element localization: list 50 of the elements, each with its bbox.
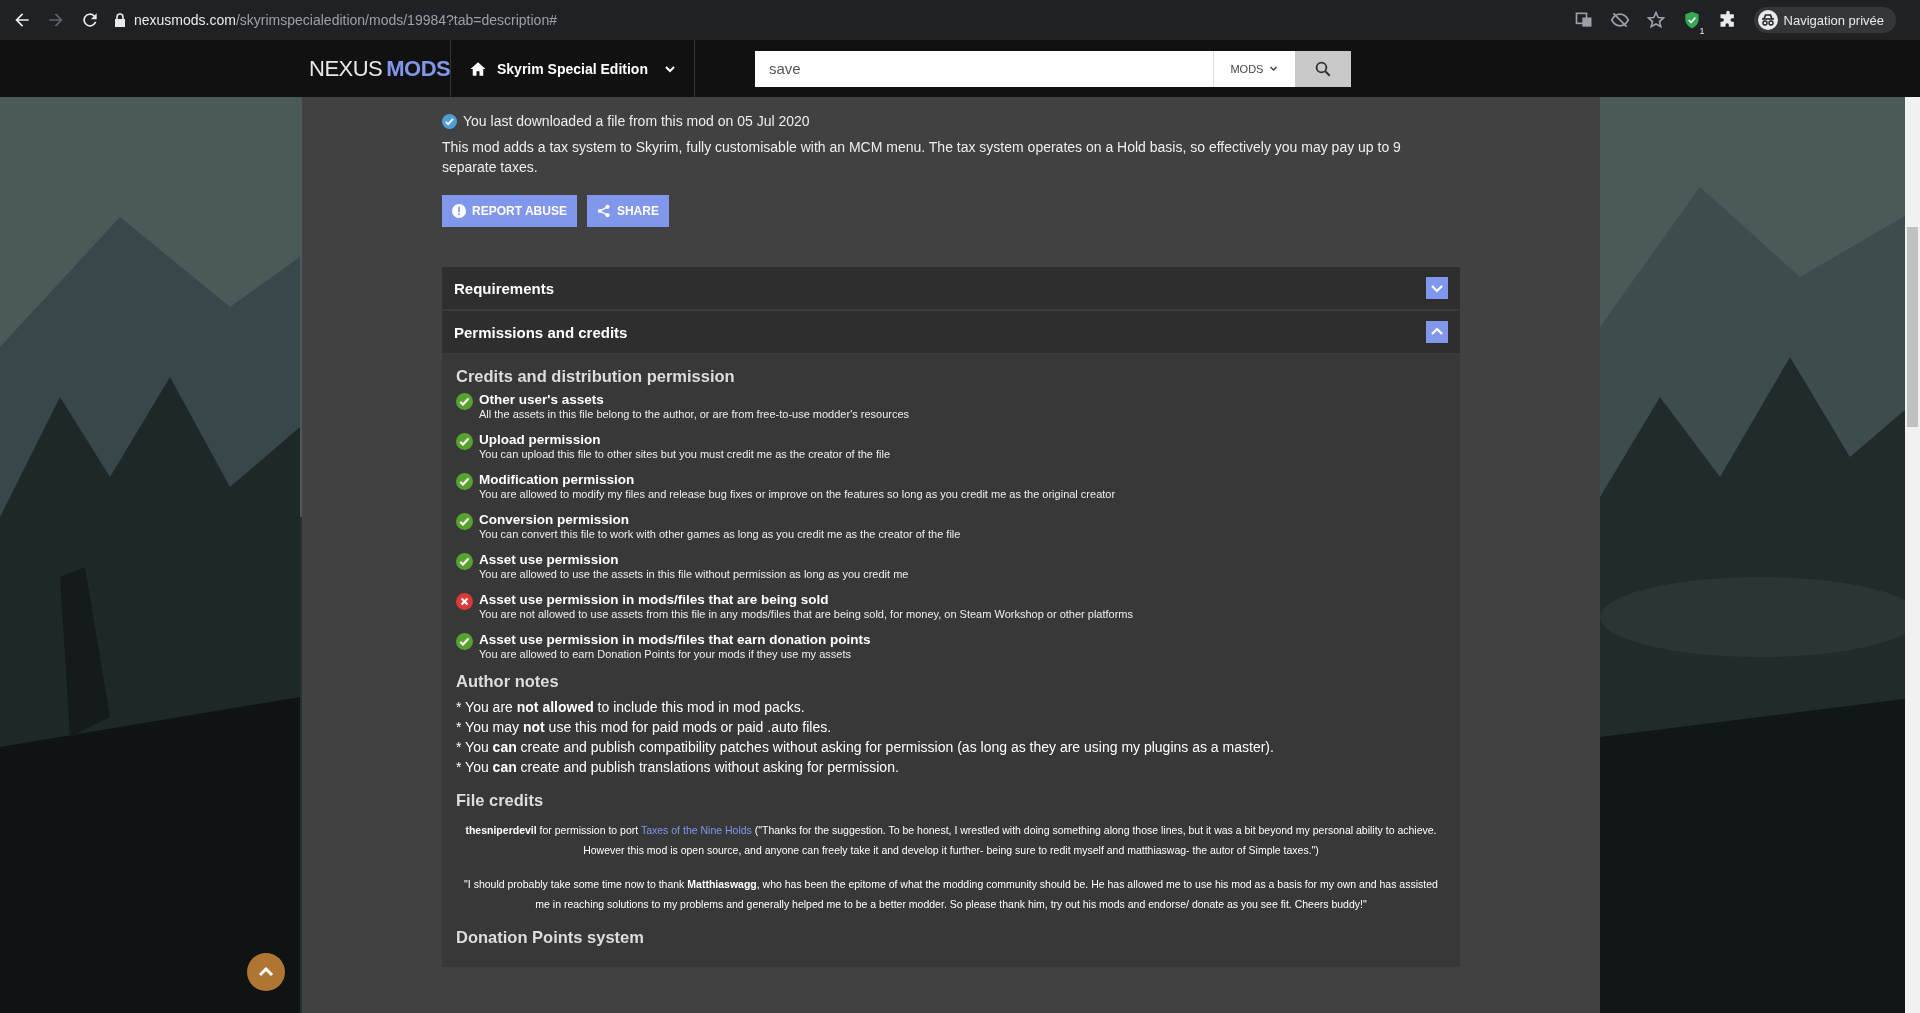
- section-heading: Donation Points system: [456, 928, 645, 947]
- section-heading: Author notes: [456, 672, 560, 691]
- alert-icon: [452, 204, 466, 218]
- search-scope-dropdown[interactable]: MODS: [1212, 50, 1295, 87]
- credit-paragraph: "I should probably take some time now to thank Matthiaswagg, who has been the epitome of what the modding community should be. He has allowed me to use his mod as a basis for my own and has assisted me in reaching solutions to my problems and generally helped me to be a better modder. So please thank him, try out his mods and endorse/ donate as you see fit. Cheers buddy!": [463, 877, 1439, 912]
- permission-title: Other user's assets: [479, 392, 605, 407]
- scrollbar[interactable]: [1905, 97, 1920, 1013]
- section-heading: File credits: [456, 791, 545, 810]
- mod-description: This mod adds a tax system to Skyrim, fully customisable with an MCM menu. The tax system operates on a Hold basis, so effectively you may pay up to 9 separate taxes.: [442, 138, 1402, 177]
- accordion-header[interactable]: Permissions and credits: [442, 311, 1460, 355]
- search-button[interactable]: [1294, 50, 1351, 87]
- game-selector[interactable]: Skyrim Special Edition: [451, 40, 694, 97]
- note-line: * You may not use this mod for paid mods or paid .auto files.: [456, 718, 833, 737]
- permission-title: Asset use permission in mods/files that earn donation points: [479, 632, 871, 647]
- translate-icon[interactable]: [1573, 10, 1594, 30]
- permission-title: Upload permission: [479, 432, 602, 447]
- lock-icon[interactable]: [114, 13, 126, 27]
- permission-text: You are allowed to modify my files and release bug fixes or improve on the features so long as you credit me as the original creator: [479, 488, 1116, 500]
- mod-link[interactable]: Taxes of the Nine Holds: [640, 824, 752, 836]
- permission-title: Asset use permission: [479, 552, 620, 567]
- permission-title: Asset use permission in mods/files that are being sold: [479, 592, 830, 607]
- permission-text: You can upload this file to other sites but you must credit me as the creator of the file: [479, 448, 891, 460]
- permission-text: All the assets in this file belong to the author, or are from free-to-use modder's resources: [479, 408, 910, 420]
- permission-text: You can convert this file to work with other games as long as you credit me as the creator of the file: [479, 528, 961, 540]
- permission-text: You are allowed to earn Donation Points for your mods if they use my assets: [479, 648, 852, 660]
- permission-title: Modification permission: [479, 472, 636, 487]
- note-line: * You are not allowed to include this mod in mod packs.: [456, 698, 806, 717]
- search-field[interactable]: save: [754, 50, 1213, 87]
- extension-badge: 1: [1697, 26, 1707, 36]
- caret-icon: [1269, 64, 1279, 73]
- note-line: * You can create and publish compatibility patches without asking for permission (as long as they are using my plugins as a master).: [456, 738, 1275, 757]
- section-heading: Credits and distribution permission: [456, 367, 736, 386]
- credit-paragraph: thesniperdevil for permission to port Taxes of the Nine Holds ("Thanks for the suggestion. To be honest, I wrestled with doing something along those lines, but it was a bit beyond my personal ability to achieve. However this mod is open source, and anyone can freely take it and develop it further- being sure to redit myself and matthiaswag- the autor of Simple taxes."): [464, 823, 1438, 858]
- share-icon: [596, 204, 611, 218]
- star-icon[interactable]: [1645, 10, 1666, 30]
- reload-icon[interactable]: [80, 10, 100, 30]
- permission-title: Conversion permission: [479, 512, 631, 527]
- accordion-header[interactable]: Requirements: [442, 267, 1460, 311]
- note-line: * You can create and publish translations without asking for permission.: [456, 758, 900, 777]
- profile-button[interactable]: Navigation privée: [1753, 7, 1896, 33]
- address-bar[interactable]: nexusmods.com/skyrimspecialedition/mods/19984?tab=description#: [134, 12, 557, 28]
- download-note: You last downloaded a file from this mod on 05 Jul 2020: [463, 113, 810, 129]
- search-icon: [1313, 59, 1332, 78]
- chevron-up-icon: [258, 967, 274, 977]
- permission-text: You are not allowed to use assets from this file in any mods/files that are being sold, for money, on Steam Workshop or other platforms: [479, 608, 1134, 620]
- permission-text: You are allowed to use the assets in this file without permission as long as you credit me: [479, 568, 909, 580]
- check-icon: [442, 113, 457, 129]
- incognito-icon: [1757, 10, 1778, 30]
- eye-slash-icon[interactable]: [1609, 10, 1630, 30]
- site-logo[interactable]: NEXUS MODS: [305, 55, 450, 82]
